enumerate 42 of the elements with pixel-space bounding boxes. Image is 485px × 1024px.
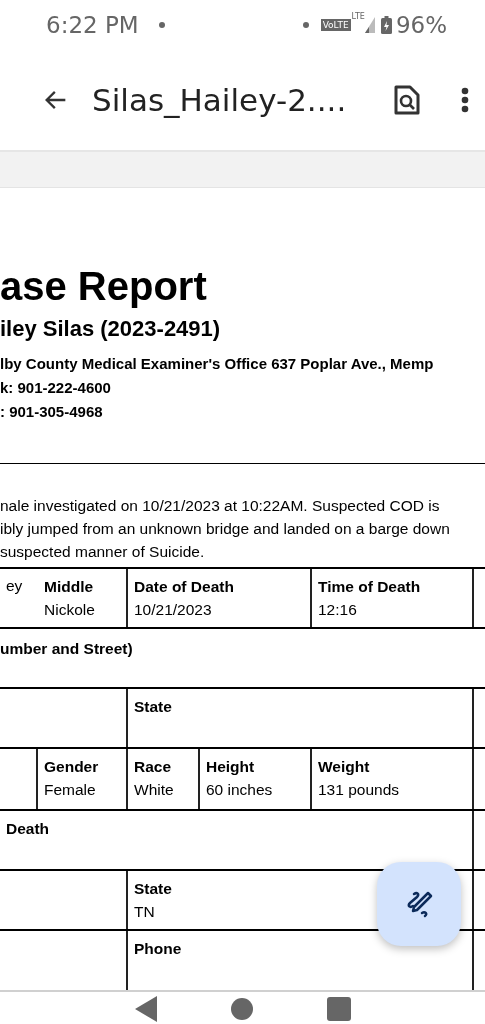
find-in-document-button[interactable] [393,84,421,116]
home-nav-icon[interactable] [230,998,253,1020]
volte-label: VoLTE [320,19,351,31]
field-label: Death [6,819,50,839]
network-label: LTE [351,12,365,21]
summary-paragraph: nale investigated on 10/21/2023 at 10:22AM. Suspected COD is ibly jumped from an unknown bridge and landed on a barge down suspected manner of Suicide. [0,496,451,562]
field-label: Phone [134,939,182,959]
field-label: State [134,879,172,899]
field-value: White [134,780,174,800]
field-label: Race [134,757,172,777]
report-subtitle: iley Silas (2023-2491) [0,316,222,342]
field-label: Weight [318,757,370,777]
field-label: Middle [44,577,94,597]
field-value: ey [6,576,23,596]
recents-nav-icon[interactable] [326,997,351,1021]
notification-dot-icon [158,22,165,28]
more-options-button[interactable] [461,87,469,113]
field-value: 60 inches [206,780,273,800]
field-value: 12:16 [318,600,357,620]
signal-icon [364,17,375,33]
clock-time: 6:22 PM [46,12,139,38]
sign-document-button[interactable] [377,862,461,946]
field-value: TN [134,902,155,922]
field-label: Time of Death [318,577,421,597]
field-value: Nickole [44,600,95,620]
back-nav-icon[interactable] [134,996,157,1022]
battery-level: 96% [395,12,447,38]
notification-dot-icon [302,22,309,28]
header-line: k: 901-222-4600 [0,378,112,398]
header-line: : 901-305-4968 [0,402,104,422]
field-value: 131 pounds [318,780,400,800]
battery-charging-icon [380,16,392,34]
field-label: Gender [44,757,99,777]
section-label: umber and Street) [0,639,133,659]
field-label: Date of Death [134,577,234,597]
report-title: ase Report [0,264,208,308]
field-value: Female [44,780,96,800]
field-label: State [134,697,172,717]
field-value: 10/21/2023 [134,600,212,620]
document-title: Silas_Hailey-2.... [92,82,348,118]
header-line: lby County Medical Examiner's Office 637 Poplar Ave., Memp [0,354,435,374]
field-label: Height [206,757,255,777]
